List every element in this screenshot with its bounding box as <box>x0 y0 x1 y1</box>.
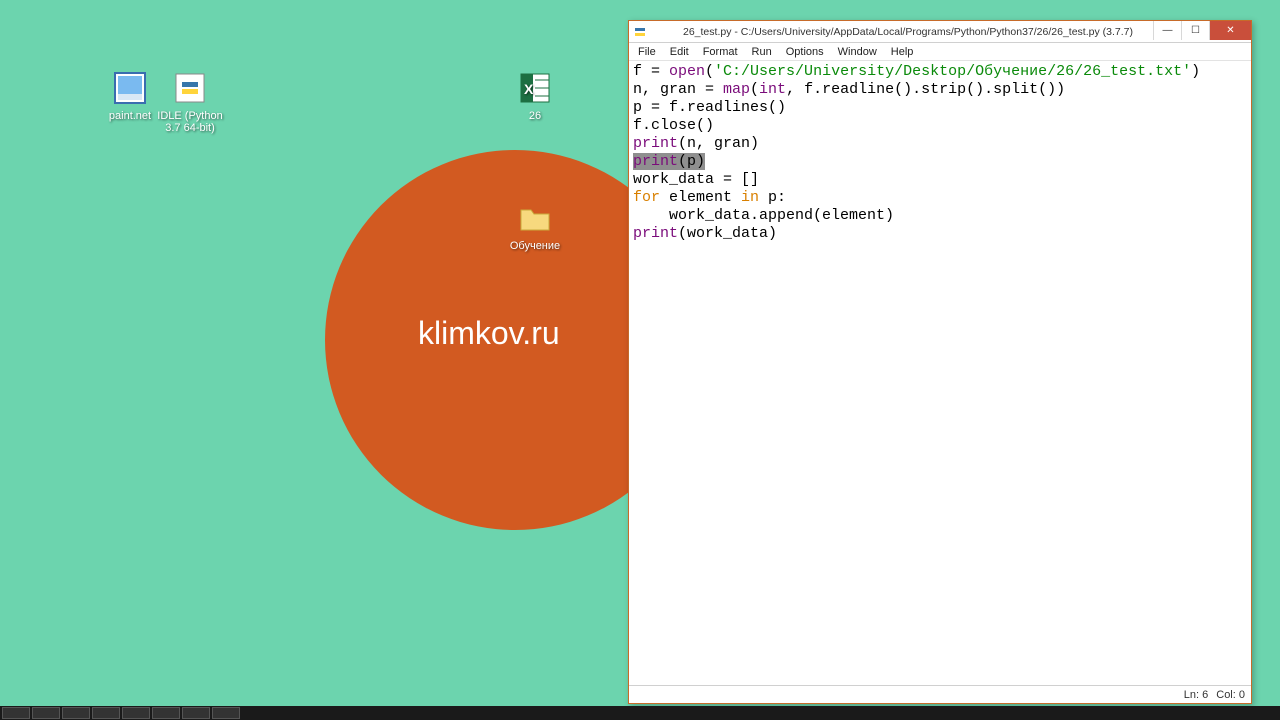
desktop-icon-label: 26 <box>529 110 541 122</box>
python-file-icon <box>633 25 647 39</box>
titlebar[interactable]: 26_test.py - C:/Users/University/AppData… <box>629 21 1251 43</box>
desktop-icon-idle[interactable]: IDLE (Python 3.7 64-bit) <box>155 70 225 134</box>
menu-options[interactable]: Options <box>779 45 831 59</box>
code-editor[interactable]: f = open('C:/Users/University/Desktop/Об… <box>629 61 1251 685</box>
python-icon <box>172 70 208 106</box>
taskbar-item[interactable] <box>32 707 60 719</box>
desktop-icon-label: IDLE (Python 3.7 64-bit) <box>157 110 222 134</box>
taskbar-start[interactable] <box>2 707 30 719</box>
folder-icon <box>517 200 553 236</box>
taskbar-item[interactable] <box>92 707 120 719</box>
taskbar-item[interactable] <box>182 707 210 719</box>
close-button[interactable]: ✕ <box>1209 21 1251 40</box>
taskbar-item[interactable] <box>122 707 150 719</box>
taskbar[interactable] <box>0 706 1280 720</box>
wallpaper-text: klimkov.ru <box>418 315 560 352</box>
statusbar: Ln: 6 Col: 0 <box>629 685 1251 703</box>
desktop-icon-label: paint.net <box>109 110 151 122</box>
menu-run[interactable]: Run <box>745 45 779 59</box>
status-col: Col: 0 <box>1216 689 1245 701</box>
menu-format[interactable]: Format <box>696 45 745 59</box>
taskbar-item[interactable] <box>152 707 180 719</box>
desktop-icon-label: Обучение <box>510 240 560 252</box>
status-line: Ln: 6 <box>1184 689 1208 701</box>
minimize-button[interactable]: — <box>1153 21 1181 40</box>
menubar: File Edit Format Run Options Window Help <box>629 43 1251 61</box>
maximize-button[interactable]: ☐ <box>1181 21 1209 40</box>
desktop-icon-excel[interactable]: X 26 <box>500 70 570 122</box>
idle-window: 26_test.py - C:/Users/University/AppData… <box>628 20 1252 704</box>
menu-edit[interactable]: Edit <box>663 45 696 59</box>
menu-help[interactable]: Help <box>884 45 921 59</box>
taskbar-item[interactable] <box>212 707 240 719</box>
paintnet-icon <box>112 70 148 106</box>
excel-icon: X <box>517 70 553 106</box>
desktop-icon-folder[interactable]: Обучение <box>500 200 570 252</box>
menu-window[interactable]: Window <box>831 45 884 59</box>
svg-text:X: X <box>524 81 534 97</box>
taskbar-item[interactable] <box>62 707 90 719</box>
menu-file[interactable]: File <box>631 45 663 59</box>
